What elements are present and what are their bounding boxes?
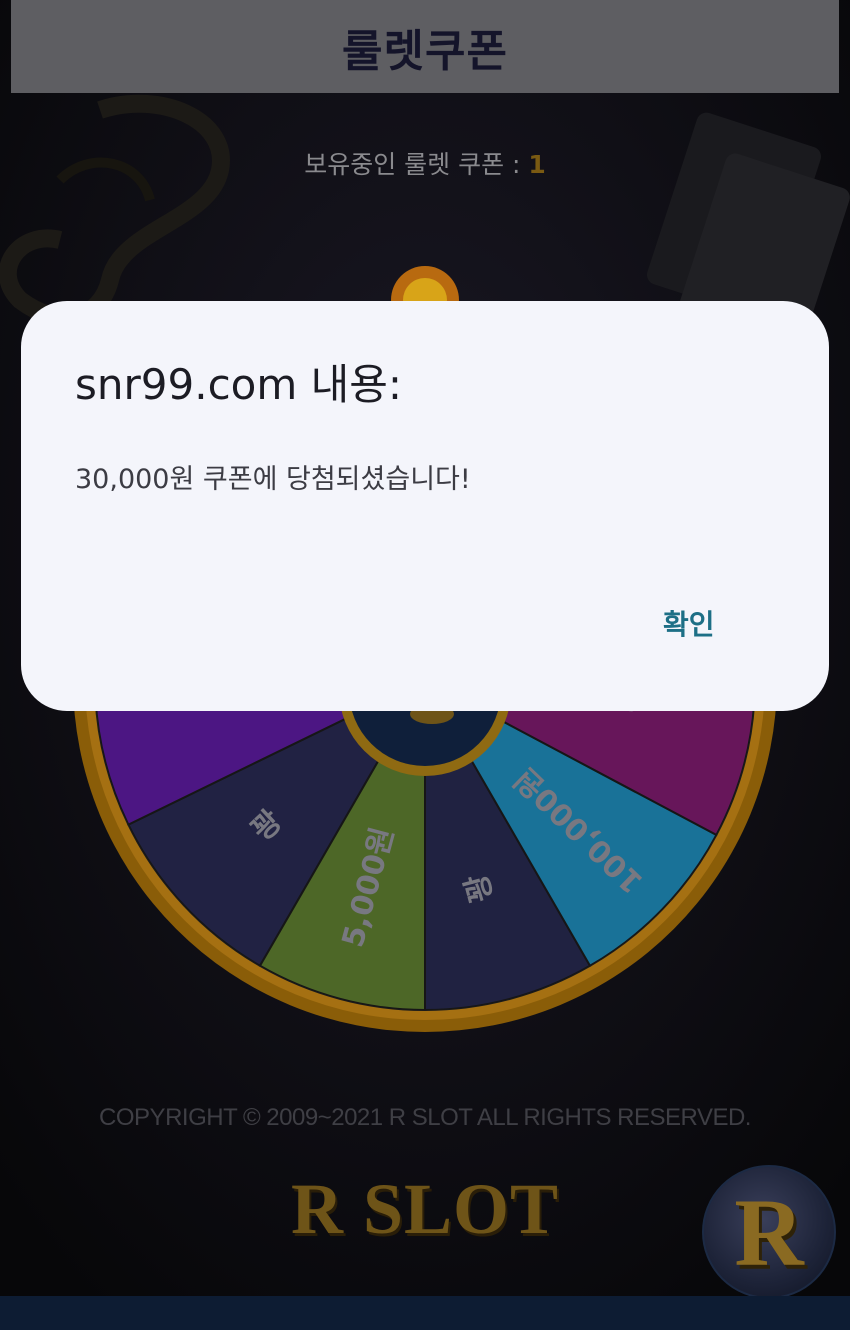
dialog-message: 30,000원 쿠폰에 당첨되셨습니다!: [75, 464, 471, 495]
ok-button[interactable]: 확인: [657, 601, 721, 645]
alert-dialog: snr99.com 내용: 30,000원 쿠폰에 당첨되셨습니다! 확인: [21, 301, 829, 711]
roulette-coupon-page: 룰렛쿠폰 보유중인 룰렛 쿠폰 : 1 꽝5,000원꽝100,000원꽝 CO…: [0, 0, 850, 1330]
dialog-title: snr99.com 내용:: [75, 360, 403, 409]
